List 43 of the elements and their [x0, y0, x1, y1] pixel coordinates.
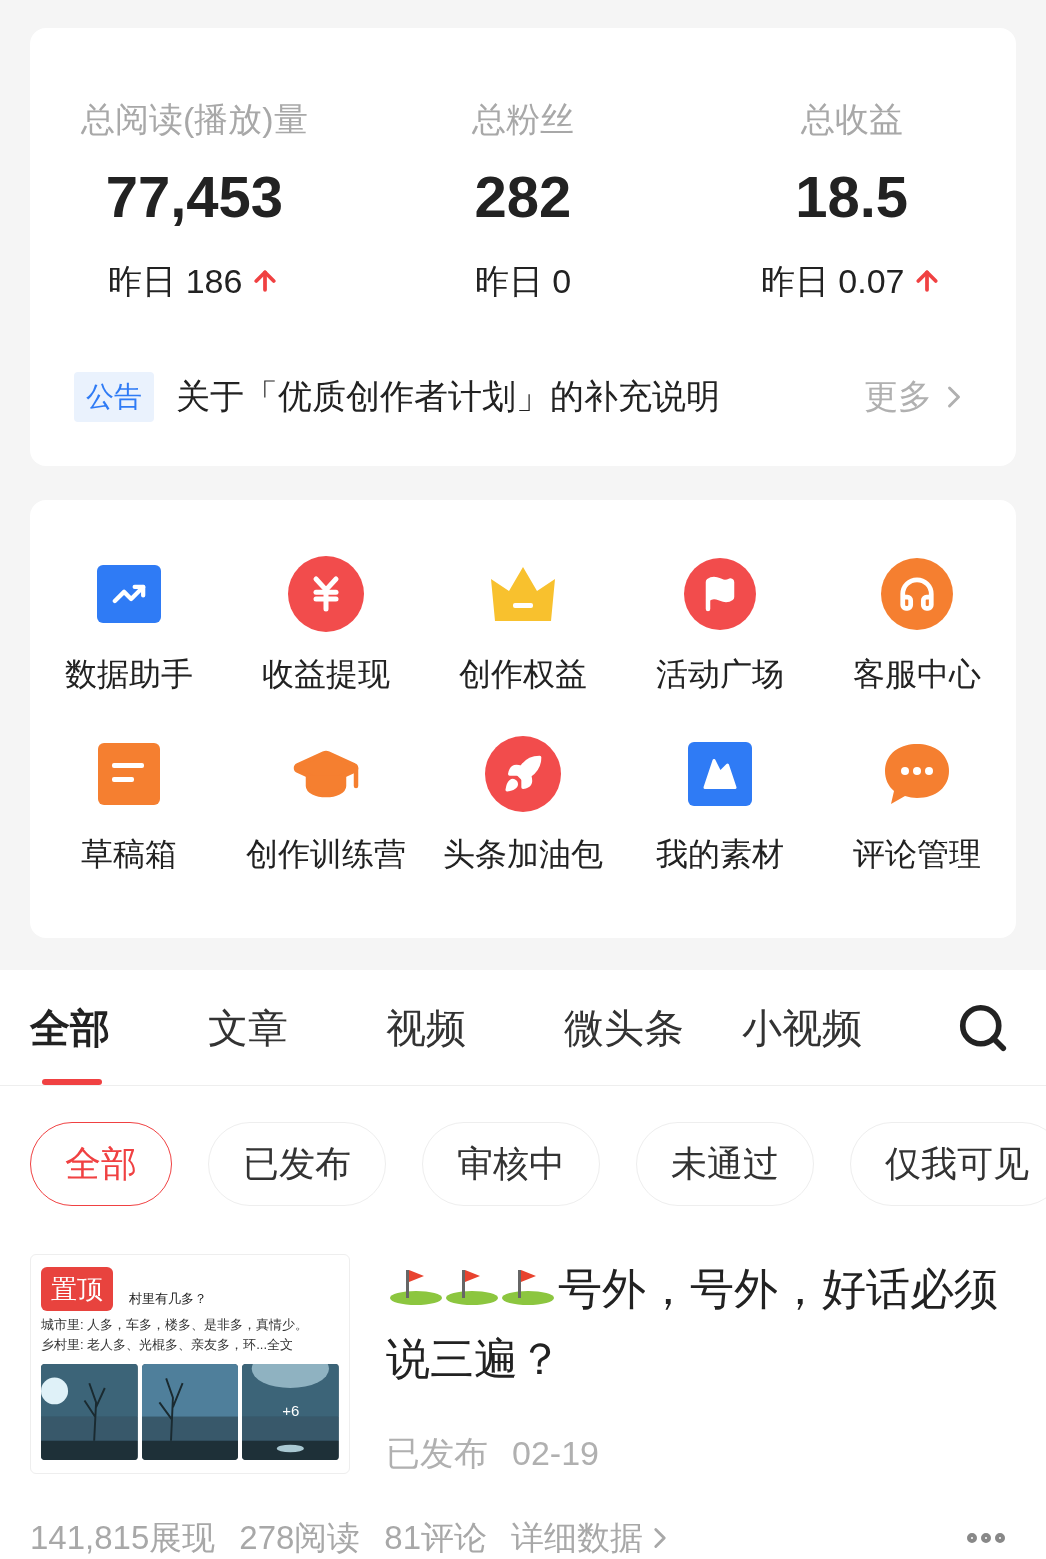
publish-status: 已发布 — [386, 1433, 488, 1474]
content-tab[interactable]: 视频 — [386, 970, 564, 1085]
article-metric: 141,815展现 — [30, 1518, 216, 1558]
tool-item[interactable]: 评论管理 — [818, 732, 1016, 870]
tool-item[interactable]: 客服中心 — [818, 552, 1016, 690]
stat-value: 282 — [474, 168, 572, 226]
post-title: 村里有几多？ — [129, 1290, 207, 1308]
thumbnail-card[interactable]: 置顶 村里有几多？ 城市里: 人多，车多，楼多、是非多，真情少。 乡村里: 老人多、光棍多、亲友多，环...全文 +6 — [30, 1254, 350, 1474]
content-tab[interactable]: 小视频 — [742, 970, 920, 1085]
stat-label: 总阅读(播放)量 — [81, 102, 308, 136]
document-icon — [97, 743, 160, 805]
notice-badge: 公告 — [74, 371, 154, 422]
tool-item[interactable]: 草稿箱 — [30, 732, 228, 870]
yesterday-change: 昨日 0 — [474, 264, 572, 298]
yesterday-change: 昨日 0.07 — [760, 264, 905, 298]
more-photos-count: +6 — [282, 1400, 300, 1421]
tool-item[interactable]: 活动广场 — [621, 552, 819, 690]
tool-item[interactable]: 创作权益 — [424, 552, 622, 690]
crown-icon — [489, 565, 557, 623]
article-metric: 278阅读 — [239, 1518, 361, 1558]
tool-item[interactable]: 数据助手 — [30, 552, 228, 690]
stat-label: 总收益 — [800, 102, 903, 136]
notice-title[interactable]: 关于「优质创作者计划」的补充说明 — [176, 371, 720, 422]
image-icon — [688, 742, 753, 806]
chart-icon — [96, 565, 161, 623]
pinned-badge: 置顶 — [41, 1267, 113, 1311]
content-tab[interactable]: 微头条 — [564, 970, 742, 1085]
stat-value: 77,453 — [105, 168, 284, 226]
content-tab[interactable]: 文章 — [208, 970, 386, 1085]
post-text-line: 乡村里: 老人多、光棍多、亲友多，环...全文 — [41, 1337, 295, 1354]
tool-item[interactable]: 我的素材 — [621, 732, 819, 870]
tool-item[interactable]: 创作训练营 — [227, 732, 425, 870]
stat-label: 总粉丝 — [472, 102, 574, 136]
article-title[interactable]: 号外，号外，好话必须说三遍？ — [386, 1254, 1006, 1394]
tool-item[interactable]: 头条加油包 — [424, 732, 622, 870]
stat-value: 18.5 — [795, 168, 909, 226]
yesterday-change: 昨日 186 — [108, 264, 243, 298]
post-text-line: 城市里: 人多，车多，楼多、是非多，真情少。 — [41, 1317, 310, 1334]
publish-date: 02-19 — [512, 1433, 599, 1474]
article-metric: 81评论 — [384, 1518, 488, 1558]
tool-item[interactable]: 收益提现 — [227, 552, 425, 690]
chat-bubble-icon — [883, 742, 952, 806]
content-tab[interactable]: 全部 — [30, 970, 208, 1085]
